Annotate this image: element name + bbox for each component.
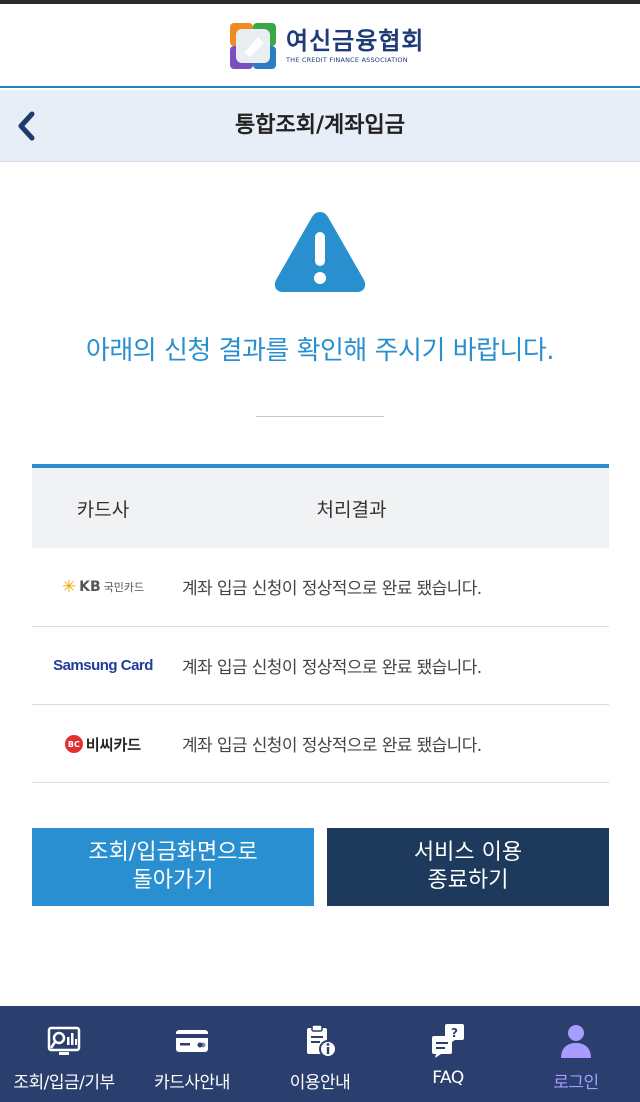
title-bar: 통합조회/계좌입금 <box>0 90 640 162</box>
table-header-row: 카드사 처리결과 <box>32 466 609 548</box>
back-button[interactable] <box>6 104 46 148</box>
user-icon <box>561 1025 591 1058</box>
svg-text:?: ? <box>451 1026 458 1040</box>
button-label-line: 종료하기 <box>427 868 509 893</box>
nav-label: 카드사안내 <box>154 1073 230 1093</box>
page-title: 통합조회/계좌입금 <box>235 113 405 138</box>
table-row: ✳ KB 국민카드 계좌 입금 신청이 정상적으로 완료 됐습니다. <box>32 548 609 627</box>
nav-item-usage-guide[interactable]: 이용안내 <box>256 1006 384 1102</box>
chevron-left-icon <box>18 111 35 141</box>
warning-icon <box>274 212 366 292</box>
kb-card-logo: ✳ KB 국민카드 <box>61 576 145 597</box>
table-row: BC 비씨카드 계좌 입금 신청이 정상적으로 완료 됐습니다. <box>32 704 609 783</box>
bc-mark-icon: BC <box>64 735 83 753</box>
bc-card-logo: BC 비씨카드 <box>64 734 141 755</box>
result-notice: 아래의 신청 결과를 확인해 주시기 바랍니다. <box>85 336 555 366</box>
result-message: 계좌 입금 신청이 정상적으로 완료 됐습니다. <box>174 548 609 627</box>
result-message: 계좌 입금 신청이 정상적으로 완료 됐습니다. <box>174 704 609 783</box>
button-label-line: 서비스 이용 <box>413 840 523 865</box>
result-message: 계좌 입금 신청이 정상적으로 완료 됐습니다. <box>174 626 609 705</box>
nav-item-inquiry[interactable]: 조회/입금/기부 <box>0 1006 128 1102</box>
end-service-button[interactable]: 서비스 이용 종료하기 <box>327 828 609 906</box>
button-label-line: 돌아가기 <box>132 868 214 893</box>
nav-label: 이용안내 <box>289 1073 351 1093</box>
brand-logo-link[interactable]: 여신금융협회 THE CREDIT FINANCE ASSOCIATION <box>230 22 424 70</box>
divider <box>256 416 384 417</box>
association-logo-icon <box>230 23 276 69</box>
search-chart-icon <box>47 1026 81 1055</box>
nav-label: 조회/입금/기부 <box>13 1073 115 1093</box>
clipboard-info-icon <box>307 1024 337 1058</box>
card-icon <box>176 1030 208 1052</box>
samsung-card-logo: Samsung Card <box>53 657 153 674</box>
nav-item-faq[interactable]: ? FAQ <box>384 1006 512 1102</box>
table-row: Samsung Card 계좌 입금 신청이 정상적으로 완료 됐습니다. <box>32 626 609 705</box>
nav-item-login[interactable]: 로그인 <box>512 1006 640 1102</box>
result-table: 카드사 처리결과 ✳ KB 국민카드 계좌 입금 신청이 정상적으로 완료 됐습… <box>32 464 609 783</box>
column-header-result: 처리결과 <box>316 498 387 521</box>
kb-star-icon: ✳ <box>61 576 77 597</box>
column-header-company: 카드사 <box>76 498 130 521</box>
button-label-line: 조회/입금화면으로 <box>88 840 258 865</box>
card-company-logo: BC 비씨카드 <box>32 704 174 783</box>
nav-label: FAQ <box>432 1068 464 1088</box>
brand-header: 여신금융협회 THE CREDIT FINANCE ASSOCIATION <box>0 4 640 88</box>
nav-label: 로그인 <box>553 1073 599 1093</box>
card-company-logo: ✳ KB 국민카드 <box>32 548 174 627</box>
bottom-nav: 조회/입금/기부 카드사안내 이용안내 ? FAQ 로그인 <box>0 1006 640 1102</box>
return-to-inquiry-button[interactable]: 조회/입금화면으로 돌아가기 <box>32 828 314 906</box>
faq-chat-icon: ? <box>432 1024 464 1058</box>
nav-item-card-companies[interactable]: 카드사안내 <box>128 1006 256 1102</box>
brand-subtitle: THE CREDIT FINANCE ASSOCIATION <box>286 56 408 64</box>
brand-name: 여신금융협회 <box>286 27 425 55</box>
card-company-logo: Samsung Card <box>32 626 174 705</box>
